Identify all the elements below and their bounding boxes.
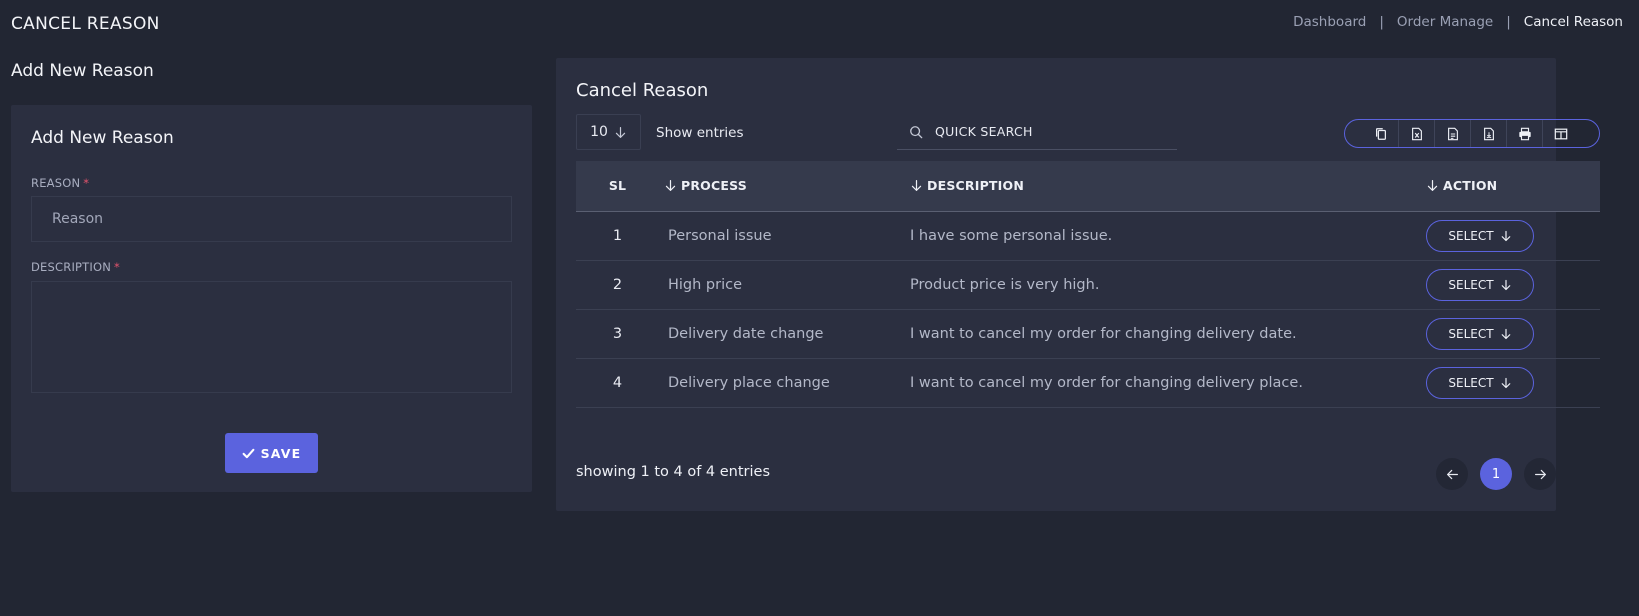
row-description: I have some personal issue. [910,211,1426,261]
page-size-select[interactable]: 10 [576,114,641,150]
reason-label: REASON * [31,176,90,190]
excel-icon [1411,127,1422,140]
csv-icon [1447,127,1458,140]
arrow-left-icon [1446,469,1458,479]
csv-button[interactable] [1435,120,1471,147]
print-button[interactable] [1507,120,1543,147]
arrow-right-icon [1534,469,1546,479]
pdf-icon [1483,127,1494,140]
table-header-row: SL PROCESS DESCRIPTION ACTION [576,161,1600,212]
table-info: showing 1 to 4 of 4 entries [576,464,771,480]
check-icon [242,448,255,458]
row-process: Delivery place change [659,358,910,408]
previous-page-button[interactable] [1436,458,1468,490]
row-sl: 4 [576,358,659,408]
breadcrumb-current: Cancel Reason [1523,14,1623,30]
pdf-button[interactable] [1471,120,1507,147]
row-description: I want to cancel my order for changing d… [910,309,1426,359]
pagination: 1 [1436,458,1556,490]
arrow-down-icon [1501,279,1510,290]
search-input[interactable] [935,124,1165,139]
breadcrumb: Dashboard | Order Manage | Cancel Reason [1293,14,1623,30]
row-action: SELECT [1426,260,1600,310]
column-header-sl[interactable]: SL [576,161,659,212]
sort-arrow-icon [665,180,676,192]
select-action-button[interactable]: SELECT [1426,268,1534,301]
required-mark: * [114,260,120,274]
export-toolbar [1344,119,1600,148]
table-row: 3 Delivery date change I want to cancel … [576,309,1600,359]
row-description: Product price is very high. [910,260,1426,310]
column-header-action[interactable]: ACTION [1426,161,1600,212]
sort-arrow-icon [1427,180,1438,192]
add-reason-form: Add New Reason REASON* DESCRIPTION* SAVE [11,105,532,492]
print-icon [1518,127,1531,140]
breadcrumb-order-manage[interactable]: Order Manage [1397,14,1493,30]
reason-input[interactable] [31,196,512,242]
row-process: High price [659,260,910,310]
copy-icon [1375,127,1386,140]
breadcrumb-separator: | [1379,14,1384,30]
row-action: SELECT [1426,358,1600,408]
arrow-down-icon [615,126,626,138]
arrow-down-icon [1501,328,1510,339]
table-row: 1 Personal issue I have some personal is… [576,211,1600,261]
breadcrumb-separator: | [1506,14,1511,30]
arrow-down-icon [1501,377,1510,388]
select-action-button[interactable]: SELECT [1426,317,1534,350]
column-header-description[interactable]: DESCRIPTION [910,161,1426,212]
description-textarea[interactable] [31,281,512,393]
save-button[interactable]: SAVE [225,433,318,473]
excel-button[interactable] [1399,120,1435,147]
select-action-button[interactable]: SELECT [1426,366,1534,399]
row-description: I want to cancel my order for changing d… [910,358,1426,408]
page-button-current[interactable]: 1 [1480,458,1512,490]
add-reason-heading: Add New Reason [11,61,154,81]
row-action: SELECT [1426,211,1600,261]
sort-arrow-icon [911,180,922,192]
table-row: 2 High price Product price is very high.… [576,260,1600,310]
row-sl: 2 [576,260,659,310]
column-header-process[interactable]: PROCESS [659,161,910,212]
page-title: CANCEL REASON [11,14,160,34]
select-action-button[interactable]: SELECT [1426,219,1534,252]
row-process: Personal issue [659,211,910,261]
cancel-reason-table: SL PROCESS DESCRIPTION ACTION 1 Personal… [576,161,1600,408]
copy-button[interactable] [1363,120,1399,147]
show-entries-label: Show entries [656,125,744,141]
search-icon [910,125,923,138]
row-process: Delivery date change [659,309,910,359]
required-mark: * [83,176,90,190]
next-page-button[interactable] [1524,458,1556,490]
row-action: SELECT [1426,309,1600,359]
quick-search [897,114,1177,150]
table-row: 4 Delivery place change I want to cancel… [576,358,1600,408]
columns-icon [1554,128,1568,139]
cancel-reason-list: Cancel Reason 10 Show entries QUICK SEAR… [556,58,1600,511]
columns-button[interactable] [1543,120,1579,147]
description-label: DESCRIPTION * [31,260,120,274]
list-card-title: Cancel Reason [576,80,709,101]
row-sl: 1 [576,211,659,261]
breadcrumb-dashboard[interactable]: Dashboard [1293,14,1366,30]
row-sl: 3 [576,309,659,359]
form-card-title: Add New Reason [31,128,174,148]
arrow-down-icon [1501,230,1510,241]
